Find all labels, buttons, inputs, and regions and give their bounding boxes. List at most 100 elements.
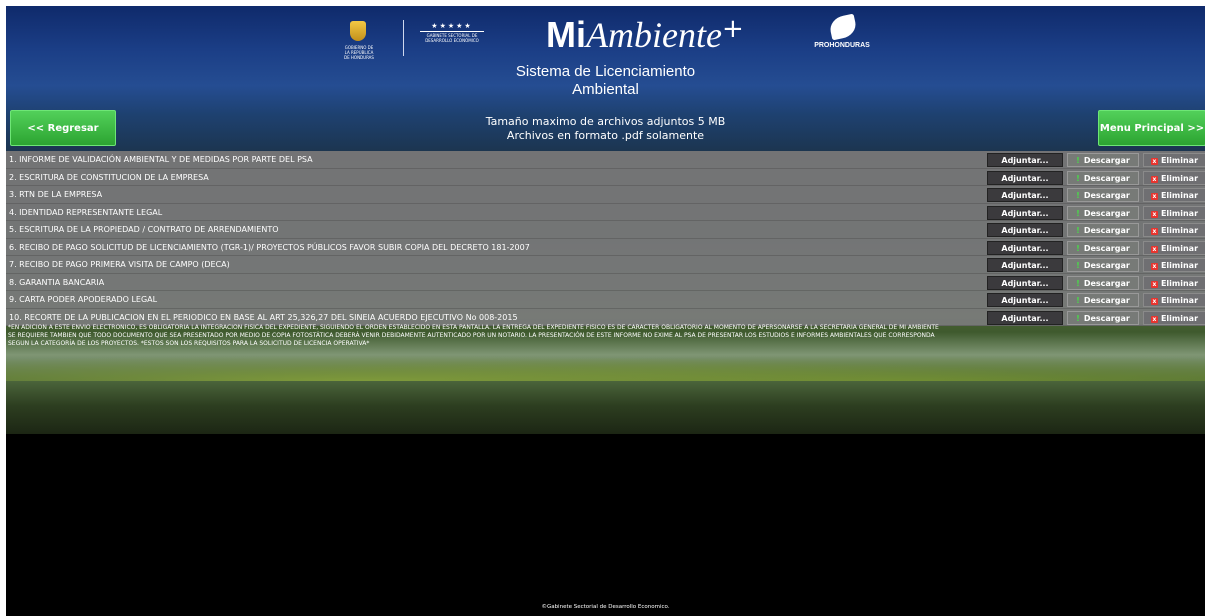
delete-label: Eliminar [1160,156,1199,165]
download-icon: ! [1076,191,1080,200]
attach-button[interactable]: Adjuntar... [987,153,1063,167]
back-button[interactable]: << Regresar [10,110,116,146]
crest-icon [350,21,366,41]
document-row: 1. INFORME DE VALIDACIÓN AMBIENTAL Y DE … [6,151,1205,169]
download-label: Descargar [1083,156,1130,165]
download-label: Descargar [1083,208,1130,218]
max-size-note: Tamaño maximo de archivos adjuntos 5 MB [485,115,726,128]
download-button[interactable]: ! Descargar [1067,223,1139,237]
download-icon: ! [1076,278,1080,288]
document-row: 6. RECIBO DE PAGO SOLICITUD DE LICENCIAM… [6,238,1205,256]
delete-button[interactable]: x Eliminar [1143,223,1205,237]
download-label: Descargar [1083,296,1130,305]
attach-button[interactable]: Adjuntar... [987,310,1063,325]
attach-button[interactable]: Adjuntar... [987,293,1063,307]
delete-label: Eliminar [1160,296,1199,305]
attach-button[interactable]: Adjuntar... [987,223,1063,237]
requirements-disclaimer: *EN ADICION A ESTE ENVIO ELECTRONICO, ES… [8,324,1204,348]
gabinete-rule [420,31,484,32]
download-icon: ! [1076,313,1080,323]
download-label: Descargar [1083,243,1130,253]
delete-button[interactable]: x Eliminar [1143,275,1205,290]
attach-button[interactable]: Adjuntar... [987,240,1063,255]
delete-button[interactable]: x Eliminar [1143,310,1205,325]
gabinete-text: GABINETE SECTORIAL DE DESARROLLO ECONÓMI… [425,33,479,43]
document-row: 9. CARTA PODER APODERADO LEGAL Adjuntar..… [6,291,1205,309]
delete-icon: x [1150,193,1158,200]
document-label: 9. CARTA PODER APODERADO LEGAL [9,295,158,304]
download-icon: ! [1076,156,1080,165]
prohonduras-logo: PROHONDURAS [804,13,884,56]
download-button[interactable]: ! Descargar [1067,310,1139,325]
download-button[interactable]: ! Descargar [1067,188,1139,202]
download-label: Descargar [1083,226,1130,235]
delete-icon: x [1150,263,1158,270]
page-title-line2: Ambiental [572,81,639,98]
brand-mi: Mi [546,14,586,55]
delete-button[interactable]: x Eliminar [1143,205,1205,220]
download-button[interactable]: ! Descargar [1067,205,1139,220]
document-row: 7. RECIBO DE PAGO PRIMERA VISITA DE CAMP… [6,256,1205,274]
attach-button[interactable]: Adjuntar... [987,170,1063,185]
disclaimer-line2: SE REQUIERE TAMBIEN QUE TODO DOCUMENTO Q… [8,332,935,339]
download-button[interactable]: ! Descargar [1067,258,1139,272]
treeline [6,351,1205,381]
download-button[interactable]: ! Descargar [1067,240,1139,255]
document-label: 5. ESCRITURA DE LA PROPIEDAD / CONTRATO … [9,225,279,234]
gabinete-logo: ★★★★★ GABINETE SECTORIAL DE DESARROLLO E… [416,22,488,52]
delete-label: Eliminar [1160,208,1199,218]
brand-plus: + [721,14,744,44]
download-icon: ! [1076,226,1080,235]
attach-button[interactable]: Adjuntar... [987,258,1063,272]
delete-icon: x [1150,175,1158,183]
delete-label: Eliminar [1160,243,1199,253]
download-icon: ! [1076,243,1080,253]
bird-icon [827,13,859,41]
delete-button[interactable]: x Eliminar [1143,258,1205,272]
copyright-footer: ©Gabinete Sectorial de Desarrollo Econom… [541,604,670,610]
document-row: 8. GARANTIA BANCARIA Adjuntar...! Descarga… [6,273,1205,291]
logo-strip: GOBIERNO DE LA REPÚBLICA DE HONDURAS ★★★… [6,13,1205,62]
download-icon: ! [1076,261,1080,270]
delete-icon: x [1150,158,1158,165]
delete-button[interactable]: x Eliminar [1143,188,1205,202]
prohonduras-text: PROHONDURAS [814,42,870,49]
download-button[interactable]: ! Descargar [1067,170,1139,185]
download-label: Descargar [1083,191,1130,200]
document-label: 3. RTN DE LA EMPRESA [9,190,103,199]
document-row: 4. IDENTIDAD REPRESENTANTE LEGAL Adjuntar… [6,203,1205,221]
disclaimer-line3: SEGUN LA CATEGORÍA DE LOS PROYECTOS. *ES… [8,340,370,347]
main-menu-button[interactable]: Menu Principal >> [1098,110,1205,146]
delete-icon: x [1150,298,1158,305]
delete-label: Eliminar [1160,278,1199,288]
download-label: Descargar [1083,313,1130,323]
delete-label: Eliminar [1160,173,1199,183]
delete-icon: x [1150,245,1158,253]
disclaimer-line1: *EN ADICION A ESTE ENVIO ELECTRONICO, ES… [8,324,939,331]
delete-icon: x [1150,228,1158,235]
delete-icon: x [1150,210,1158,218]
delete-label: Eliminar [1160,191,1199,200]
delete-button[interactable]: x Eliminar [1143,293,1205,307]
page-title-line1: Sistema de Licenciamiento [515,63,696,80]
app-frame: GOBIERNO DE LA REPÚBLICA DE HONDURAS ★★★… [6,6,1205,616]
delete-icon: x [1150,280,1158,288]
document-row: 3. RTN DE LA EMPRESA Adjuntar...! Descarga… [6,186,1205,204]
crest-caption: GOBIERNO DE LA REPÚBLICA DE HONDURAS [344,45,374,60]
delete-button[interactable]: x Eliminar [1143,153,1205,167]
logo-divider [403,20,404,56]
upload-limits-note: Tamaño maximo de archivos adjuntos 5 MB … [6,115,1205,143]
delete-button[interactable]: x Eliminar [1143,170,1205,185]
attach-button[interactable]: Adjuntar... [987,205,1063,220]
delete-button[interactable]: x Eliminar [1143,240,1205,255]
download-button[interactable]: ! Descargar [1067,293,1139,307]
document-label: 7. RECIBO DE PAGO PRIMERA VISITA DE CAMP… [9,260,230,269]
stars-icon: ★★★★★ [431,22,473,30]
download-label: Descargar [1083,261,1130,270]
download-button[interactable]: ! Descargar [1067,275,1139,290]
attach-button[interactable]: Adjuntar... [987,188,1063,202]
delete-label: Eliminar [1160,226,1199,235]
download-button[interactable]: ! Descargar [1067,153,1139,167]
attach-button[interactable]: Adjuntar... [987,275,1063,290]
miambiente-logo: MiAmbiente+ [546,14,744,62]
